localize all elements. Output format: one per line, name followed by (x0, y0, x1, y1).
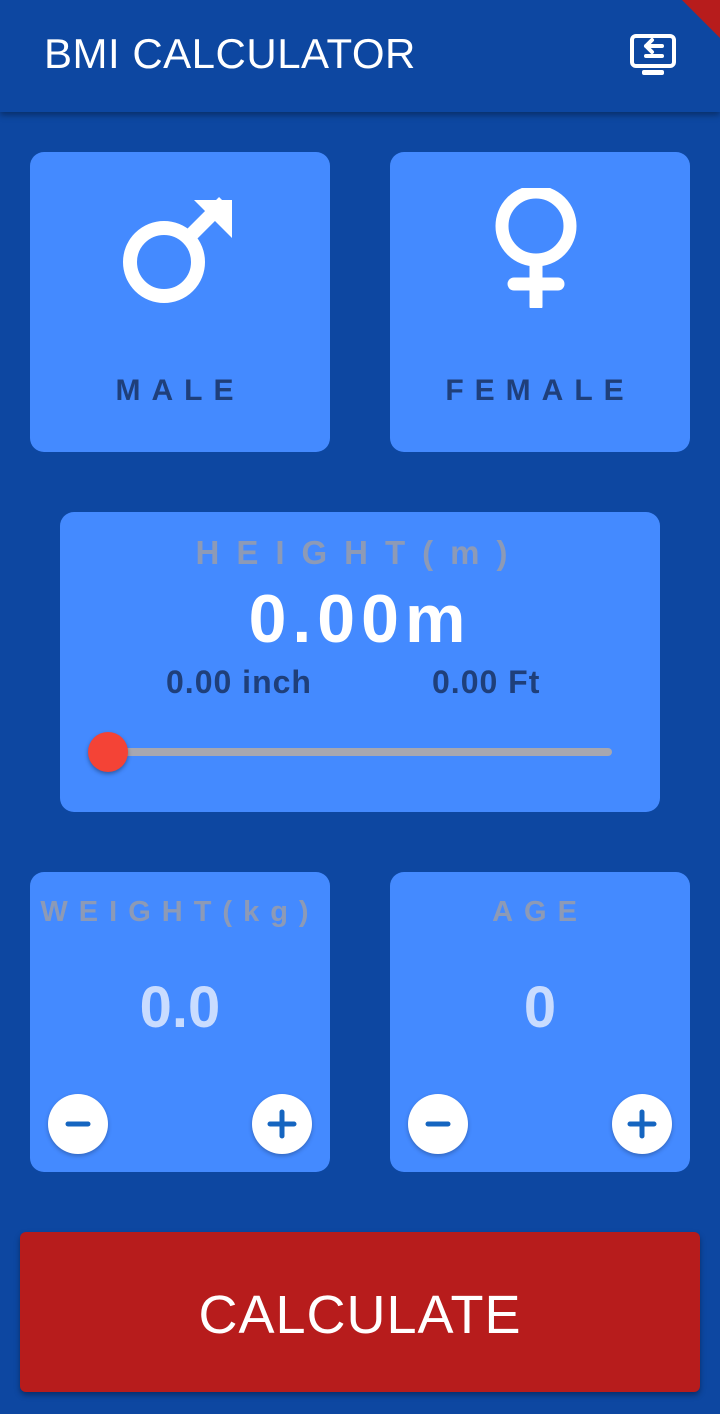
plus-icon (267, 1109, 297, 1139)
female-card[interactable]: FEMALE (390, 152, 690, 452)
app-bar: BMI CALCULATOR (0, 0, 720, 112)
calculate-label: CALCULATE (198, 1285, 522, 1345)
female-label: FEMALE (445, 374, 635, 407)
weight-label: WEIGHT(kg) (40, 896, 320, 928)
male-label: MALE (115, 374, 245, 407)
age-decrement-button[interactable] (408, 1094, 468, 1154)
height-inch-readout: 0.00 inch (166, 664, 312, 700)
minus-icon (65, 1121, 91, 1127)
debug-banner (682, 0, 720, 38)
age-value: 0 (523, 975, 557, 1040)
height-slider-track[interactable] (108, 748, 612, 756)
male-card[interactable]: MALE (30, 152, 330, 452)
male-symbol-icon (120, 188, 240, 308)
app-title: BMI CALCULATOR (44, 30, 416, 77)
weight-card: WEIGHT(kg) 0.0 (30, 872, 330, 1172)
height-label: HEIGHT(m) (195, 534, 525, 571)
plus-icon (627, 1109, 657, 1139)
weight-decrement-button[interactable] (48, 1094, 108, 1154)
calculate-button[interactable]: CALCULATE (20, 1232, 700, 1392)
female-symbol-icon (480, 185, 600, 313)
weight-increment-button[interactable] (252, 1094, 312, 1154)
minus-icon (425, 1121, 451, 1127)
weight-value: 0.0 (139, 975, 221, 1040)
height-value: 0.00m (248, 581, 472, 657)
height-slider-thumb[interactable] (88, 732, 128, 772)
screen-share-icon[interactable] (628, 32, 680, 80)
height-feet-readout: 0.00 Ft (432, 664, 541, 700)
height-card: HEIGHT(m) 0.00m 0.00 inch 0.00 Ft (60, 512, 660, 812)
age-card: AGE 0 (390, 872, 690, 1172)
age-increment-button[interactable] (612, 1094, 672, 1154)
age-label: AGE (492, 896, 588, 928)
